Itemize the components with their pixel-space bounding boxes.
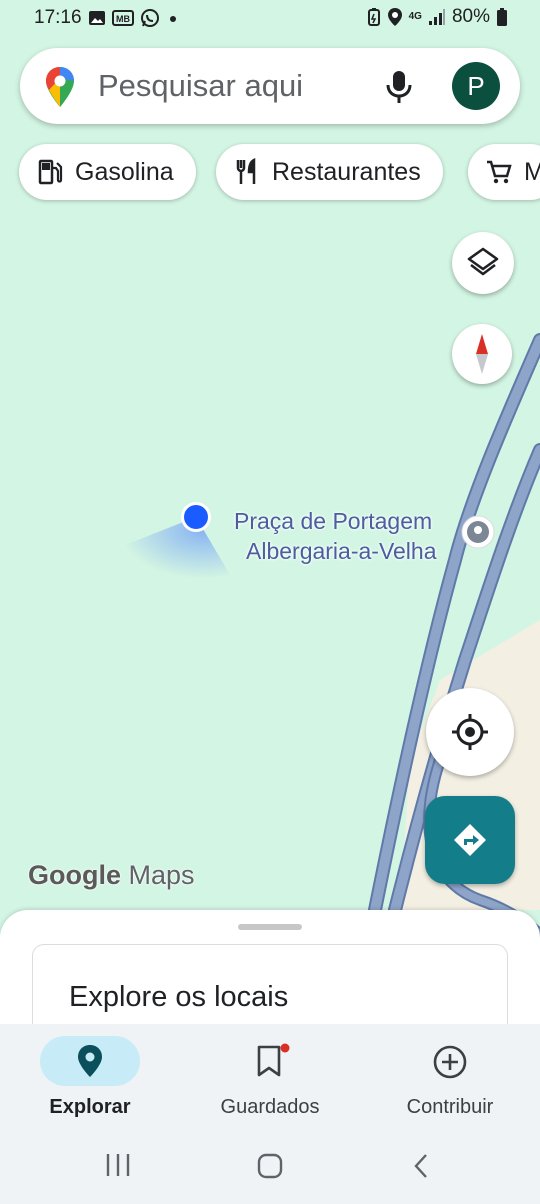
back-icon[interactable] — [410, 1152, 432, 1180]
chip-label: Gasolina — [75, 157, 174, 186]
directions-button[interactable] — [425, 796, 515, 884]
nav-guardados[interactable]: Guardados — [180, 1030, 360, 1120]
dot-icon — [170, 16, 176, 22]
place-name-line2: Albergaria-a-Velha — [246, 538, 437, 564]
signal-icon — [428, 9, 445, 25]
logo-maps: Maps — [128, 860, 195, 890]
chip-label: Restaurantes — [272, 157, 421, 186]
google-maps-watermark: Google Maps — [28, 860, 195, 891]
explore-title: Explore os locais — [69, 981, 289, 1013]
microphone-icon[interactable] — [384, 70, 414, 104]
whatsapp-icon — [141, 9, 159, 27]
nav-label-explorar: Explorar — [49, 1096, 131, 1118]
location-icon — [387, 8, 402, 26]
fork-knife-icon — [236, 158, 256, 184]
search-input[interactable]: Pesquisar aqui — [98, 68, 303, 104]
google-maps-pin-icon — [46, 67, 74, 107]
mb-icon: MB — [112, 10, 134, 26]
heading-beam — [125, 517, 230, 579]
search-bar[interactable]: Pesquisar aqui P — [20, 48, 520, 124]
nav-label-contribuir: Contribuir — [406, 1096, 494, 1118]
avatar[interactable]: P — [452, 62, 500, 110]
user-location-dot — [184, 505, 208, 529]
notification-dot — [280, 1043, 290, 1053]
directions-icon — [454, 824, 486, 856]
nav-contribuir[interactable]: Contribuir — [360, 1030, 540, 1120]
chip-label: M — [524, 157, 540, 186]
status-bar: 17:16 MB 4G 80% — [0, 0, 540, 36]
network-type: 4G — [408, 11, 422, 22]
chip-m[interactable]: M — [468, 144, 540, 200]
home-icon[interactable] — [256, 1152, 284, 1180]
layers-icon — [467, 247, 499, 276]
place-name-line1: Praça de Portagem — [234, 508, 433, 534]
shopping-cart-icon — [487, 160, 512, 184]
system-status-icons: 4G 80% — [367, 6, 508, 28]
system-navigation-bar — [0, 1134, 540, 1194]
chip-gasolina[interactable]: Gasolina — [19, 144, 196, 200]
battery-saver-icon — [367, 8, 380, 26]
notification-icons: MB — [88, 8, 180, 28]
sheet-drag-handle[interactable] — [238, 924, 302, 930]
gallery-icon — [89, 11, 105, 25]
compass-icon — [476, 334, 488, 374]
bookmark-icon — [257, 1043, 290, 1077]
battery-percent: 80% — [451, 6, 490, 27]
layers-button[interactable] — [452, 232, 514, 294]
status-time: 17:16 — [34, 7, 82, 28]
crosshair-icon — [452, 714, 488, 750]
svg-text:MB: MB — [116, 14, 130, 24]
logo-google: Google — [28, 860, 121, 890]
add-circle-icon — [433, 1045, 467, 1079]
nav-explorar[interactable]: Explorar — [0, 1030, 180, 1120]
explore-pin-icon — [78, 1045, 102, 1077]
recent-apps-icon[interactable] — [104, 1152, 132, 1178]
battery-icon — [497, 8, 507, 26]
my-location-button[interactable] — [426, 688, 514, 776]
gas-station-icon — [38, 159, 63, 185]
nav-label-guardados: Guardados — [220, 1096, 320, 1118]
compass-button[interactable] — [452, 324, 512, 384]
chip-restaurantes[interactable]: Restaurantes — [216, 144, 443, 200]
place-label-toll-plaza[interactable]: Praça de Portagem Albergaria-a-Velha — [234, 506, 437, 566]
